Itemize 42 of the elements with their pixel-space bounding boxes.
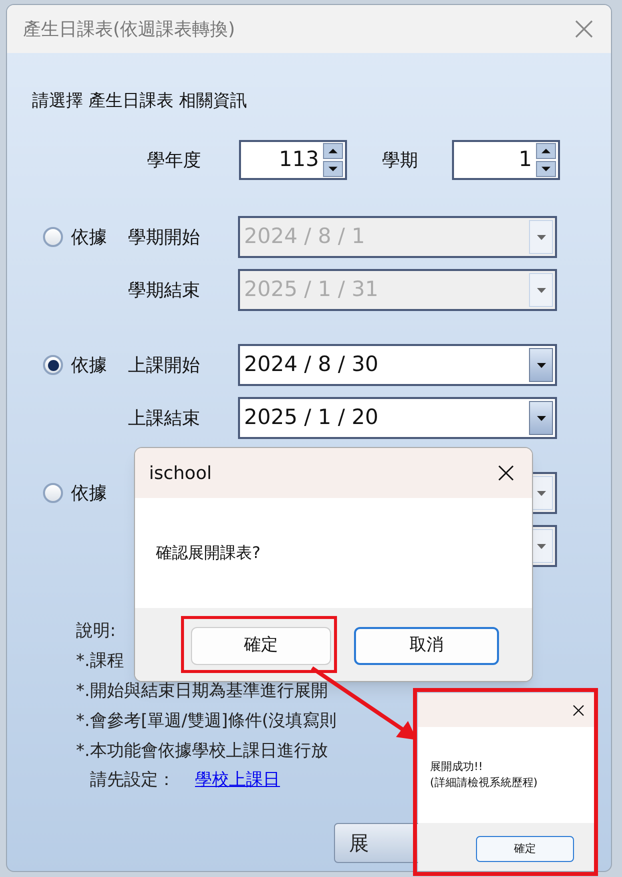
date-value: 2024 / 8 / 30 xyxy=(243,351,380,378)
field-label: 學年度 xyxy=(147,148,202,172)
option-label: 依據 xyxy=(71,482,107,506)
date-dropdown[interactable]: 2024 / 8 / 30 xyxy=(238,344,557,386)
close-icon[interactable] xyxy=(498,465,514,481)
spin-box[interactable]: 113 xyxy=(239,140,347,180)
date-value: 2025 / 1 / 20 xyxy=(243,404,380,432)
window-title: 產生日課表(依週課表轉換) xyxy=(23,18,236,42)
date-value: 2024 / 8 / 1 xyxy=(243,223,366,250)
prompt-text: 請選擇 產生日課表 相關資訊 xyxy=(32,90,248,113)
radio-button[interactable] xyxy=(43,227,63,247)
radio-button[interactable] xyxy=(43,483,63,503)
note-text: *.課程 xyxy=(76,650,124,673)
spin-box[interactable]: 1 xyxy=(452,140,560,180)
dialog-button[interactable]: 確定 xyxy=(191,627,331,665)
note-text: *.會參考[單週/雙週]條件(沒填寫則 xyxy=(76,710,337,733)
ok-button[interactable]: 確定 xyxy=(476,836,574,862)
field-label: 學期結束 xyxy=(128,278,201,302)
close-icon[interactable] xyxy=(573,704,584,716)
radio-button[interactable] xyxy=(43,355,63,375)
spin-up-icon[interactable] xyxy=(323,143,343,159)
date-value: 2025 / 1 / 31 xyxy=(243,276,380,304)
setup-label: 請先設定： xyxy=(90,769,175,792)
option-label: 依據 xyxy=(71,226,107,250)
spin-down-icon[interactable] xyxy=(536,161,556,177)
field-label: 上課結束 xyxy=(128,406,201,430)
option-label: 依據 xyxy=(71,354,107,378)
notes-title: 說明: xyxy=(76,620,116,643)
dialog-title: ischool xyxy=(149,462,212,486)
dialog-message: 確認展開課表? xyxy=(156,542,260,564)
dialog-message: 展開成功!! xyxy=(430,759,484,775)
dialog-message: (詳細請檢視系統歷程) xyxy=(430,775,539,791)
field-label: 上課開始 xyxy=(128,354,201,378)
spin-down-icon[interactable] xyxy=(323,161,343,177)
spin-up-icon[interactable] xyxy=(536,143,556,159)
school-days-link[interactable]: 學校上課日 xyxy=(195,768,280,794)
field-label: 學期 xyxy=(382,148,419,172)
date-dropdown[interactable]: 2025 / 1 / 20 xyxy=(238,397,557,439)
note-text: *.開始與結束日期為基準進行展開 xyxy=(76,680,328,703)
note-text: *.本功能會依據學校上課日進行放 xyxy=(76,740,328,763)
dialog-button[interactable]: 取消 xyxy=(354,627,499,665)
field-label: 學期開始 xyxy=(128,226,201,250)
